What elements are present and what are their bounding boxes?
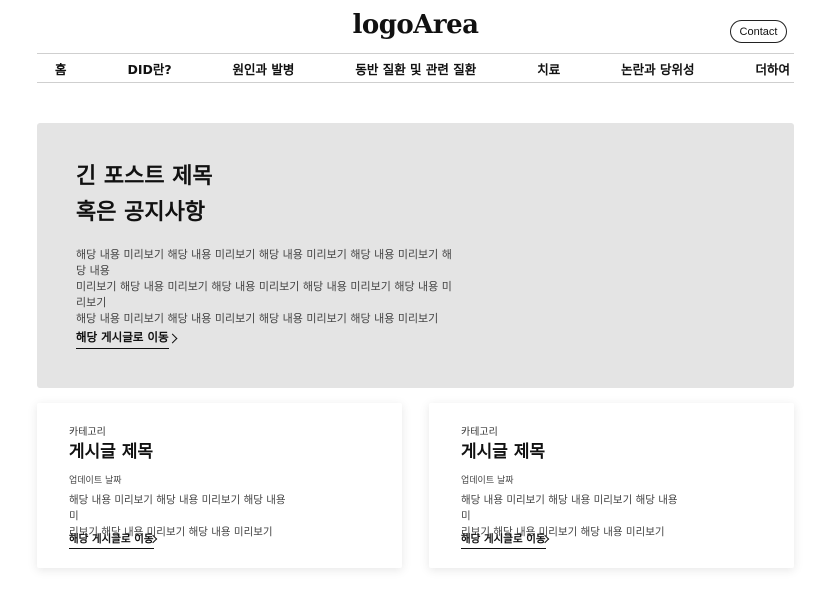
- post-category: 카테고리: [69, 427, 106, 438]
- nav-item-causes[interactable]: 원인과 발병: [233, 59, 295, 78]
- nav-item-did[interactable]: DID란?: [127, 59, 171, 78]
- nav-item-home[interactable]: 홈: [55, 59, 67, 78]
- featured-post-title: 긴 포스트 제목 혹은 공지사항: [76, 159, 213, 231]
- post-link[interactable]: 해당 게시글로 이동: [69, 531, 154, 549]
- post-link[interactable]: 해당 게시글로 이동: [461, 531, 546, 549]
- nav-item-comorbidities[interactable]: 동반 질환 및 관련 질환: [355, 59, 476, 78]
- main-nav: 홈 DID란? 원인과 발병 동반 질환 및 관련 질환 치료 논란과 당위성 …: [37, 53, 794, 83]
- post-date: 업데이트 날짜: [69, 476, 122, 486]
- post-card: 카테고리 게시글 제목 업데이트 날짜 해당 내용 미리보기 해당 내용 미리보…: [429, 403, 794, 568]
- featured-post-preview: 해당 내용 미리보기 해당 내용 미리보기 해당 내용 미리보기 해당 내용 미…: [76, 247, 456, 327]
- nav-item-more[interactable]: 더하여: [755, 59, 790, 78]
- preview-line: 해당 내용 미리보기 해당 내용 미리보기 해당 내용 미: [69, 494, 286, 522]
- post-category: 카테고리: [461, 427, 498, 438]
- post-title: 게시글 제목: [461, 442, 546, 462]
- preview-line: 해당 내용 미리보기 해당 내용 미리보기 해당 내용 미: [461, 494, 678, 522]
- featured-post-link[interactable]: 해당 게시글로 이동: [76, 329, 169, 349]
- featured-title-line: 긴 포스트 제목: [76, 164, 213, 189]
- preview-line: 해당 내용 미리보기 해당 내용 미리보기 해당 내용 미리보기 해당 내용 미…: [76, 248, 452, 277]
- featured-post: 긴 포스트 제목 혹은 공지사항 해당 내용 미리보기 해당 내용 미리보기 해…: [37, 123, 794, 388]
- featured-title-line: 혹은 공지사항: [76, 200, 206, 225]
- preview-line: 미리보기 해당 내용 미리보기 해당 내용 미리보기 해당 내용 미리보기 해당…: [76, 280, 452, 309]
- nav-item-treatment[interactable]: 치료: [537, 59, 560, 78]
- post-title: 게시글 제목: [69, 442, 154, 462]
- post-date: 업데이트 날짜: [461, 476, 514, 486]
- site-header: logoArea Contact: [0, 0, 831, 54]
- nav-item-controversy[interactable]: 논란과 당위성: [621, 59, 694, 78]
- preview-line: 해당 내용 미리보기 해당 내용 미리보기 해당 내용 미리보기 해당 내용 미…: [76, 312, 439, 325]
- chevron-right-icon[interactable]: [167, 333, 178, 344]
- contact-button[interactable]: Contact: [730, 20, 787, 43]
- post-card: 카테고리 게시글 제목 업데이트 날짜 해당 내용 미리보기 해당 내용 미리보…: [37, 403, 402, 568]
- logo[interactable]: logoArea: [0, 10, 831, 40]
